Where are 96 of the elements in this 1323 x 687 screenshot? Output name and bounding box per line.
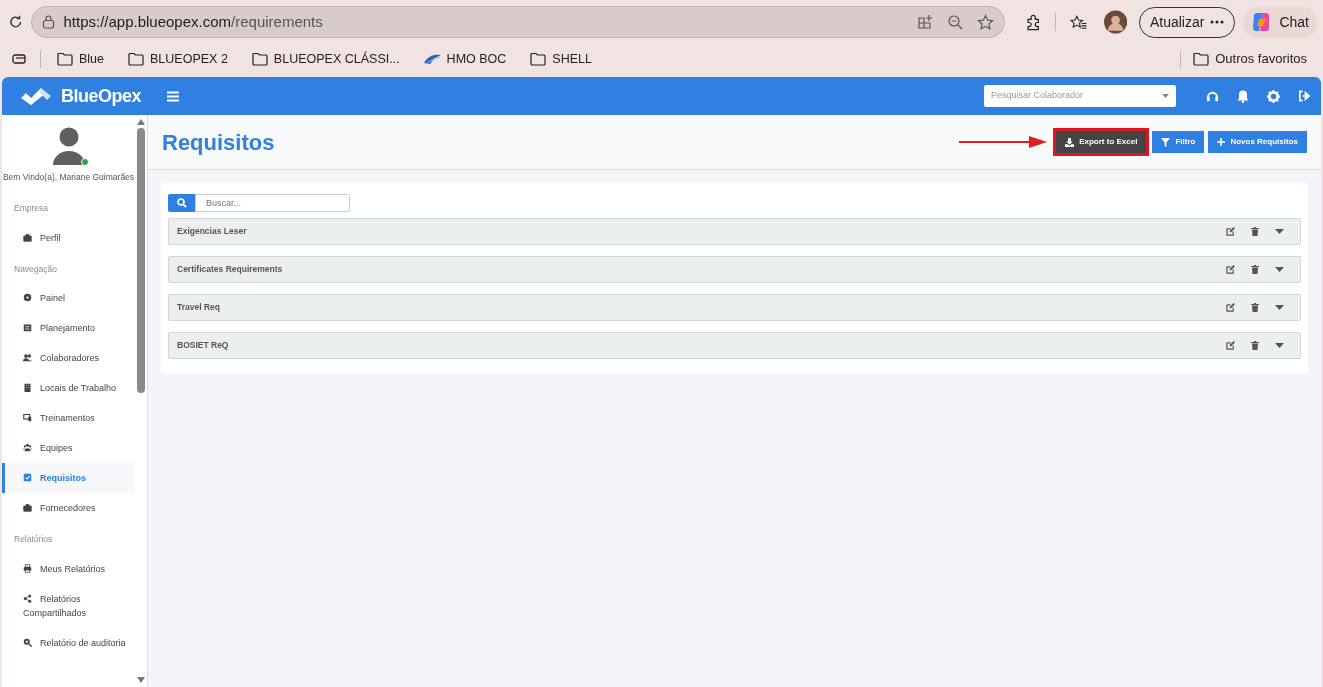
scrollbar-thumb[interactable]	[137, 128, 145, 393]
avatar-icon[interactable]	[1103, 10, 1127, 34]
briefcase-icon	[23, 232, 32, 242]
app-grid-icon[interactable]	[917, 14, 933, 30]
sidebar-item[interactable]: Requisitos	[2, 463, 135, 494]
requirement-row[interactable]: BOSIET ReQ	[168, 332, 1301, 359]
caret-down-icon[interactable]	[1275, 305, 1284, 310]
trash-icon[interactable]	[1251, 227, 1259, 236]
reload-icon[interactable]	[8, 14, 24, 30]
users-icon	[23, 353, 32, 363]
bookmark[interactable]: HMO BOC	[419, 49, 511, 69]
monitor-icon	[23, 413, 32, 423]
requirement-name: BOSIET ReQ	[177, 339, 230, 352]
scroll-up-icon[interactable]	[137, 119, 145, 125]
favorites-icon[interactable]	[1070, 13, 1088, 31]
trash-icon[interactable]	[1251, 341, 1259, 350]
section-heading: Navegação	[13, 262, 58, 276]
bell-icon[interactable]	[1237, 89, 1249, 103]
scroll-down-icon[interactable]	[137, 677, 145, 683]
folder-icon	[530, 52, 547, 66]
download-icon	[1065, 137, 1075, 147]
calendar-icon	[23, 323, 32, 333]
folder-icon	[1193, 52, 1210, 66]
bookmark[interactable]: Blue	[53, 49, 109, 69]
edit-icon[interactable]	[1226, 303, 1235, 312]
edit-icon[interactable]	[1226, 265, 1235, 274]
bookmark[interactable]: SHELL	[526, 49, 596, 69]
checkbox-icon	[23, 473, 32, 483]
filter-button[interactable]: Filtro	[1152, 131, 1205, 153]
folder-icon	[128, 52, 145, 66]
section-heading: Relatórios	[13, 533, 54, 546]
sidebar-item[interactable]: Relatório de auditoria	[2, 628, 135, 658]
logout-icon[interactable]	[1298, 90, 1311, 102]
team-icon	[23, 443, 32, 453]
sidebar-item[interactable]: Locais de Trabalho	[2, 373, 135, 404]
search-icon	[176, 198, 187, 208]
caret-icon	[1162, 94, 1169, 98]
zoom-out-icon[interactable]	[947, 14, 963, 30]
bookmark[interactable]: BLUEOPEX 2	[124, 49, 232, 69]
sidebar-item[interactable]: Treinamentos	[2, 403, 135, 434]
star-icon[interactable]	[977, 13, 994, 31]
headset-icon[interactable]	[1206, 89, 1219, 103]
bookmark-folder[interactable]: Outros favoritos	[1193, 49, 1307, 69]
placeholder-text: Pesquisar Colaborador	[991, 89, 1085, 103]
search-button[interactable]	[168, 194, 195, 212]
edit-icon[interactable]	[1226, 341, 1235, 350]
logo-text: BlueOpex	[61, 84, 142, 108]
share-icon	[23, 594, 32, 603]
requirement-name: Certificates Requirements	[177, 263, 284, 276]
requirement-name: Exigencias Leser	[177, 225, 248, 238]
more-icon	[1210, 20, 1225, 24]
settings-icon[interactable]	[1267, 89, 1280, 103]
sidebar-item[interactable]: Equipes	[2, 433, 135, 464]
requirement-row[interactable]: Exigencias Leser	[168, 218, 1301, 245]
new-button[interactable]: Novos Requisitos	[1208, 131, 1307, 153]
sidebar-item[interactable]: Fornecedores	[2, 493, 135, 524]
filter-icon	[1161, 137, 1171, 147]
printer-icon	[23, 564, 32, 573]
copilot-icon	[1251, 12, 1272, 32]
menu-icon[interactable]	[167, 90, 180, 102]
building-icon	[23, 383, 32, 393]
wing-icon	[423, 54, 441, 64]
lock-icon	[42, 15, 56, 29]
user-avatar-icon	[51, 127, 86, 165]
tab-actions-icon[interactable]	[12, 53, 28, 65]
address-bar[interactable]: https://app.blueopex.com/requirements	[31, 6, 1005, 38]
caret-down-icon[interactable]	[1275, 343, 1284, 348]
sidebar-item[interactable]: Relatórios Compartilhados	[2, 584, 135, 628]
folder-icon	[57, 52, 73, 66]
sidebar-item[interactable]: Colaboradores	[2, 343, 135, 374]
requirement-name: Travel Req	[177, 301, 221, 314]
bookmark[interactable]: BLUEOPEX CLÁSSI...	[247, 49, 404, 69]
url-text: https://app.blueopex.com/requirements	[63, 11, 323, 32]
requirement-row[interactable]: Travel Req	[168, 294, 1301, 321]
search-field[interactable]: Buscar...	[195, 194, 350, 212]
extensions-icon[interactable]	[1025, 13, 1042, 31]
section-heading: Empresa	[13, 201, 49, 215]
briefcase-icon	[23, 503, 32, 513]
plus-icon	[1217, 138, 1226, 146]
trash-icon[interactable]	[1251, 303, 1259, 312]
logo-icon	[19, 86, 53, 106]
chat-button[interactable]: Chat	[1243, 6, 1317, 38]
sidebar-item[interactable]: Painel	[2, 283, 135, 314]
trash-icon[interactable]	[1251, 265, 1259, 274]
export-button[interactable]: Export to Excel	[1056, 131, 1147, 153]
magnifier-icon	[23, 638, 32, 647]
requirement-row[interactable]: Certificates Requirements	[168, 256, 1301, 283]
caret-down-icon[interactable]	[1275, 267, 1284, 272]
caret-down-icon[interactable]	[1275, 229, 1284, 234]
sidebar-item[interactable]: Meus Relatórios	[2, 554, 135, 584]
sidebar-item[interactable]: Planejamento	[2, 313, 135, 344]
sidebar-item[interactable]: Perfil	[2, 222, 135, 253]
welcome-text: Bem Vindo(a), Mariane Guimarães	[2, 171, 135, 184]
page-title: Requisitos	[162, 128, 275, 157]
edit-icon[interactable]	[1226, 227, 1235, 236]
folder-icon	[251, 52, 268, 66]
